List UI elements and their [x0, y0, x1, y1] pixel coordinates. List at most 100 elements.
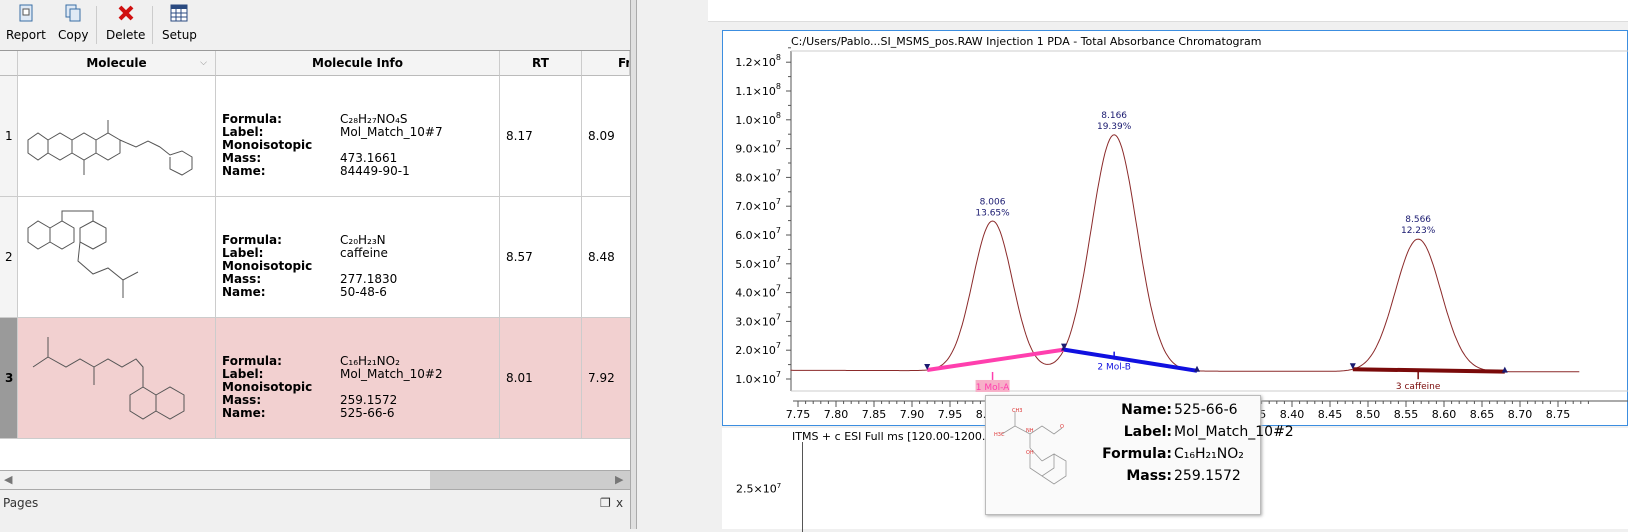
peak-rt-label: 8.566: [1405, 215, 1431, 225]
rt-cell: 8.17: [500, 76, 582, 196]
rt-cell: 8.57: [500, 197, 582, 317]
setup-label: Setup: [162, 28, 197, 42]
horizontal-scrollbar[interactable]: ◀ ▶: [0, 470, 635, 490]
splitter[interactable]: [630, 0, 637, 529]
header-label: Molecule: [86, 56, 147, 70]
y-tick-label: 9.0×107: [735, 140, 781, 156]
column-header-info[interactable]: Molecule Info: [216, 51, 500, 76]
fr-cell: 8.09: [588, 129, 615, 143]
tooltip-label-key: Label:: [1123, 424, 1172, 440]
peak-rt-label: 8.166: [1101, 111, 1127, 121]
integration-baseline: [1352, 367, 1505, 374]
table-row[interactable]: 3 Formula: C₁₆H₂₁NO₂ Label: Mol_Match_10#2…: [0, 318, 630, 439]
close-icon[interactable]: x: [616, 496, 623, 510]
x-tick-label: 8.75: [1546, 408, 1571, 421]
x-tick-label: 7.75: [786, 408, 811, 421]
molecule-structure: [18, 318, 216, 438]
y-tick-label: 8.0×107: [735, 168, 781, 184]
name-value: 525-66-6: [340, 406, 395, 420]
copy-label: Copy: [58, 28, 89, 42]
tooltip-formula-key: Formula:: [1102, 446, 1172, 462]
chromatogram-trace: [790, 134, 1580, 373]
tooltip-label: Mol_Match_10#2: [1174, 424, 1294, 440]
molecule-tooltip: CH3 H3C NH OH O Name: 525-66-6 Label: Mol_Matc…: [985, 395, 1294, 515]
column-header-rt[interactable]: RT: [500, 51, 582, 76]
table-row[interactable]: 2 Formula: C₂₀H₂₃N Label: caffeine Monoiso…: [0, 197, 630, 318]
molecule-structure: [18, 197, 216, 317]
toolbar: Report Copy Delete Setup: [0, 0, 630, 50]
row-number[interactable]: 3: [0, 318, 18, 438]
setup-button[interactable]: Setup: [162, 4, 197, 42]
svg-text:CH3: CH3: [1012, 408, 1022, 414]
svg-text:OH: OH: [1026, 450, 1034, 456]
y-tick-label: 3.0×107: [735, 312, 781, 328]
y-tick-label: 4.0×107: [735, 284, 781, 300]
x-tick-label: 8.45: [1318, 408, 1343, 421]
delete-label: Delete: [106, 28, 146, 42]
label-value: caffeine: [340, 246, 388, 260]
peak-area-label: 12.23%: [1401, 226, 1436, 236]
mass-value: 473.1661: [340, 151, 398, 165]
column-header-fr[interactable]: Fr: [582, 51, 630, 76]
molecule-structure: [18, 76, 216, 196]
setup-table-icon: [170, 4, 188, 22]
chart-toolbar-strip: [708, 0, 1628, 22]
column-header-molecule[interactable]: Molecule ⌵: [18, 51, 216, 76]
separator: [96, 6, 97, 44]
scrollbar-thumb[interactable]: [430, 471, 635, 489]
copy-button[interactable]: Copy: [58, 4, 88, 42]
tooltip-formula: C₁₆H₂₁NO₂: [1174, 446, 1244, 462]
row-number[interactable]: 2: [0, 197, 18, 317]
molecule-info: Formula: C₂₀H₂₃N Label: caffeine Monoisoto…: [216, 197, 500, 317]
x-tick-label: 8.70: [1508, 408, 1533, 421]
x-tick-label: 7.80: [824, 408, 849, 421]
delete-x-icon: [118, 5, 134, 21]
x-tick-label: 8.50: [1356, 408, 1381, 421]
fr-cell: 8.48: [588, 250, 615, 264]
molecule-structure-drawing: [27, 120, 193, 176]
copy-icon: [65, 4, 81, 22]
x-tick-label: 8.65: [1470, 408, 1495, 421]
molecule-table: Molecule ⌵ Molecule Info RT Fr 1 Formula:…: [0, 50, 630, 470]
scroll-left-icon[interactable]: ◀: [4, 473, 12, 486]
y-tick-label: 1.0×108: [735, 111, 781, 127]
svg-text:H3C: H3C: [994, 432, 1005, 438]
chart-title: C:/Users/Pablo...SI_MSMS_pos.RAW Injecti…: [791, 35, 1262, 48]
row-header-corner: [0, 51, 18, 76]
delete-button[interactable]: Delete: [106, 4, 145, 42]
y-tick-label: 1.2×108: [735, 53, 781, 69]
x-tick-label: 7.95: [938, 408, 963, 421]
rt-cell: 8.01: [500, 318, 582, 438]
molecule-structure-drawing: [27, 210, 139, 298]
lower-y-tick: 2.5×107: [736, 482, 782, 496]
svg-text:NH: NH: [1026, 428, 1034, 434]
x-tick-label: 7.85: [862, 408, 887, 421]
table-row[interactable]: 1 Formula: C₂₈H₂₇NO₄S Label: Mol_Match_10#…: [0, 76, 630, 197]
row-number[interactable]: 1: [0, 76, 18, 196]
x-tick-label: 8.55: [1394, 408, 1419, 421]
tooltip-name-key: Name:: [1121, 402, 1172, 418]
chromatogram-chart[interactable]: C:/Users/Pablo...SI_MSMS_pos.RAW Injecti…: [722, 30, 1628, 426]
chevron-down-icon[interactable]: ⌵: [200, 51, 207, 75]
tooltip-mass-key: Mass:: [1126, 468, 1172, 484]
report-label: Report: [6, 28, 46, 42]
lower-y-axis: [802, 442, 803, 532]
separator: [152, 6, 153, 44]
float-icon[interactable]: ❐: [600, 496, 611, 510]
y-tick-label: 1.0×107: [735, 370, 781, 386]
report-button[interactable]: Report: [6, 4, 46, 42]
fr-cell: 7.92: [588, 371, 615, 385]
label-value: Mol_Match_10#7: [340, 125, 443, 139]
peak-name-label: 1 Mol-A: [976, 383, 1010, 393]
y-tick-label: 5.0×107: [735, 255, 781, 271]
y-tick-label: 1.1×108: [735, 82, 781, 98]
y-tick-label: 7.0×107: [735, 197, 781, 213]
tooltip-name: 525-66-6: [1174, 402, 1238, 418]
mass-value: 259.1572: [340, 393, 398, 407]
name-value: 84449-90-1: [340, 164, 410, 178]
pages-title: Pages: [3, 496, 39, 510]
scroll-right-icon[interactable]: ▶: [615, 473, 623, 486]
formula-value: C₁₆H₂₁NO₂: [340, 354, 400, 368]
y-tick-label: 6.0×107: [735, 226, 781, 242]
name-value: 50-48-6: [340, 285, 387, 299]
